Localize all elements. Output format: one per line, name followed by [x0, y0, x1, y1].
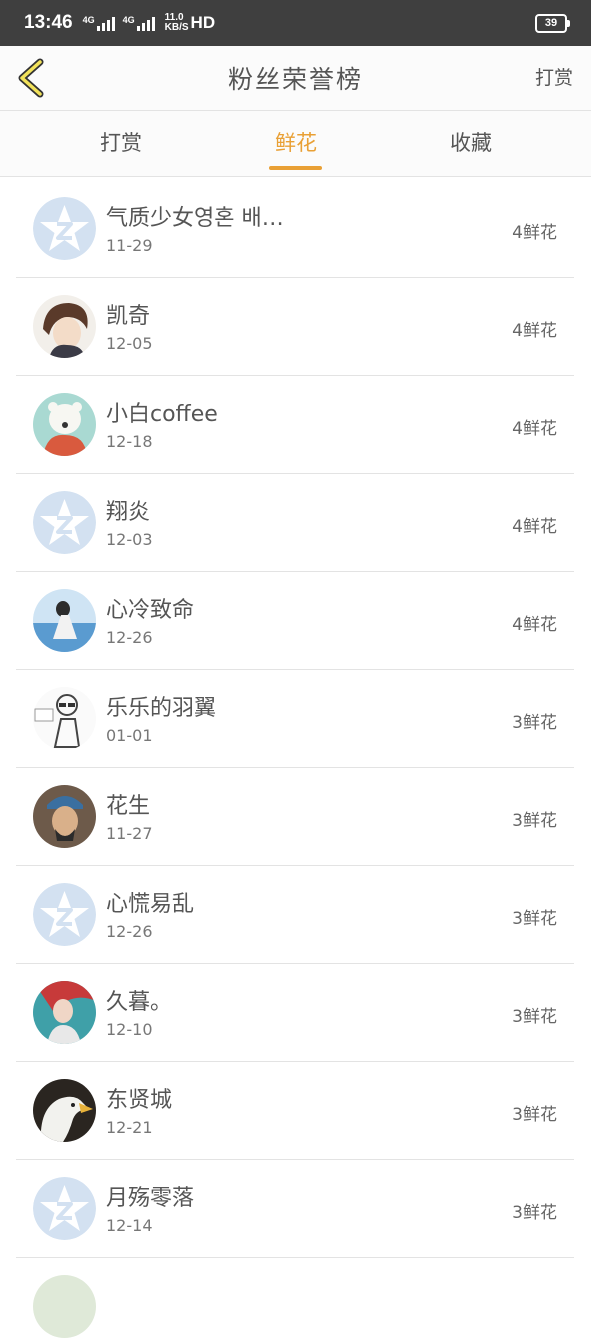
reward-button[interactable]: 打赏: [535, 63, 573, 90]
hd-indicator: HD: [190, 13, 216, 32]
fan-date: 12-26: [106, 628, 153, 647]
top-bar: 粉丝荣誉榜 打赏: [0, 46, 591, 111]
fan-name: 心慌易乱: [106, 892, 195, 917]
status-time: 13:46: [24, 12, 73, 33]
fan-name: 气质少女영혼 배…: [106, 206, 284, 231]
fan-date: 12-14: [106, 1216, 153, 1235]
fan-date: 11-29: [106, 236, 153, 255]
flower-count: 4鲜花: [512, 223, 557, 243]
fan-name: 花生: [106, 794, 151, 819]
user-avatar: [33, 1275, 96, 1338]
fan-name: 乐乐的羽翼: [106, 696, 217, 721]
signal-icon: 4G: [83, 15, 115, 31]
list-item[interactable]: 心冷致命 12-26 4鲜花: [16, 572, 574, 670]
fan-date: 12-10: [106, 1020, 153, 1039]
user-avatar: [33, 295, 96, 358]
list-item[interactable]: 凯奇 12-05 4鲜花: [16, 278, 574, 376]
flower-count: 4鲜花: [512, 517, 557, 537]
list-item[interactable]: 花生 11-27 3鲜花: [16, 768, 574, 866]
user-avatar: [33, 1079, 96, 1142]
fan-date: 12-18: [106, 432, 153, 451]
flower-count: 3鲜花: [512, 811, 557, 831]
list-item[interactable]: 小白coffee 12-18 4鲜花: [16, 376, 574, 474]
fan-name: 凯奇: [106, 304, 151, 329]
fan-date: 12-26: [106, 922, 153, 941]
user-avatar: [33, 687, 96, 750]
list-item-partial[interactable]: [16, 1258, 574, 1338]
default-avatar-icon: [33, 883, 96, 946]
user-avatar: [33, 589, 96, 652]
status-bar: 13:46 4G 4G 11.0 KB/S HD 39: [0, 0, 591, 46]
tab-flowers[interactable]: 鲜花: [236, 127, 356, 157]
list-item[interactable]: 东贤城 12-21 3鲜花: [16, 1062, 574, 1160]
fan-name: 心冷致命: [106, 598, 195, 623]
list-item[interactable]: 久暮。 12-10 3鲜花: [16, 964, 574, 1062]
flower-count: 3鲜花: [512, 1007, 557, 1027]
flower-count: 3鲜花: [512, 1105, 557, 1125]
flower-count: 3鲜花: [512, 909, 557, 929]
list-item[interactable]: 心慌易乱 12-26 3鲜花: [16, 866, 574, 964]
tab-bar: 打赏 鲜花 收藏: [0, 111, 591, 177]
fan-list: 气质少女영혼 배… 11-29 4鲜花 凯奇 12-05 4鲜花 小白coffe…: [16, 180, 574, 1338]
tab-reward[interactable]: 打赏: [61, 127, 181, 157]
list-item[interactable]: 翔炎 12-03 4鲜花: [16, 474, 574, 572]
network-speed: 11.0 KB/S: [164, 12, 189, 33]
flower-count: 4鲜花: [512, 615, 557, 635]
user-avatar: [33, 393, 96, 456]
fan-name: 月殇零落: [106, 1186, 195, 1211]
fan-date: 01-01: [106, 726, 153, 745]
default-avatar-icon: [33, 491, 96, 554]
signal-icon-2: 4G: [123, 15, 155, 31]
flower-count: 4鲜花: [512, 321, 557, 341]
fan-date: 12-21: [106, 1118, 153, 1137]
fan-name: 东贤城: [106, 1088, 173, 1113]
list-item[interactable]: 乐乐的羽翼 01-01 3鲜花: [16, 670, 574, 768]
fan-date: 11-27: [106, 824, 153, 843]
user-avatar: [33, 981, 96, 1044]
flower-count: 3鲜花: [512, 1203, 557, 1223]
page-title: 粉丝荣誉榜: [227, 65, 363, 94]
flower-count: 4鲜花: [512, 419, 557, 439]
list-item[interactable]: 月殇零落 12-14 3鲜花: [16, 1160, 574, 1258]
active-tab-indicator: [269, 166, 322, 170]
list-item[interactable]: 气质少女영혼 배… 11-29 4鲜花: [16, 180, 574, 278]
fan-name: 翔炎: [106, 500, 151, 525]
fan-date: 12-03: [106, 530, 153, 549]
fan-name: 久暮。: [106, 990, 173, 1015]
default-avatar-icon: [33, 197, 96, 260]
tab-favorites[interactable]: 收藏: [411, 127, 531, 157]
fan-date: 12-05: [106, 334, 153, 353]
flower-count: 3鲜花: [512, 713, 557, 733]
fan-name: 小白coffee: [106, 402, 218, 427]
user-avatar: [33, 785, 96, 848]
battery-icon: 39: [535, 13, 570, 33]
default-avatar-icon: [33, 1177, 96, 1240]
